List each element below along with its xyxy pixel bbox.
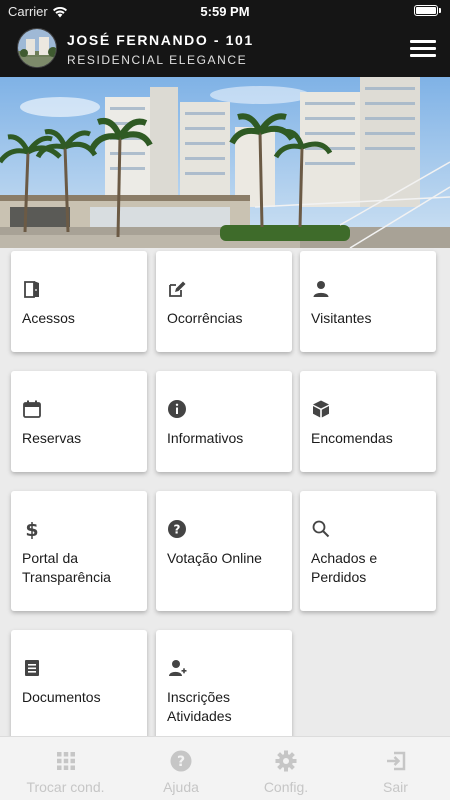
document-icon xyxy=(25,660,39,676)
condo-banner-image xyxy=(0,77,450,248)
menu-card-label: Documentos xyxy=(22,689,101,705)
menu-card-label: Inscrições Atividades xyxy=(167,689,232,724)
info-icon xyxy=(168,400,186,418)
menu-card-ocorrencias[interactable]: Ocorrências xyxy=(156,251,292,352)
help-circle-icon: ? xyxy=(170,750,192,772)
grid-icon xyxy=(56,752,75,770)
menu-card-acessos[interactable]: Acessos xyxy=(11,251,147,352)
menu-card-documentos[interactable]: Documentos xyxy=(11,630,147,750)
menu-card-informativos[interactable]: Informativos xyxy=(156,371,292,472)
menu-card-visitantes[interactable]: Visitantes xyxy=(300,251,436,352)
menu-card-label: Reservas xyxy=(22,430,82,446)
tab-ajuda[interactable]: ? Ajuda xyxy=(131,737,231,800)
tab-label: Trocar cond. xyxy=(26,779,105,795)
svg-text:$: $ xyxy=(25,519,38,539)
app-header: JOSÉ FERNANDO - 101 RESIDENCIAL ELEGANCE xyxy=(0,22,450,77)
menu-card-inscricoes-atividades[interactable]: Inscrições Atividades xyxy=(156,630,292,750)
package-icon xyxy=(313,400,329,418)
gear-icon xyxy=(275,750,297,772)
menu-card-label: Achados e Perdidos xyxy=(311,550,378,585)
menu-card-label: Encomendas xyxy=(311,430,393,446)
person-add-icon xyxy=(169,660,187,676)
menu-card-reservas[interactable]: Reservas xyxy=(11,371,147,472)
menu-card-encomendas[interactable]: Encomendas xyxy=(300,371,436,472)
menu-card-label: Visitantes xyxy=(311,310,372,326)
menu-card-label: Acessos xyxy=(22,310,75,326)
calendar-icon xyxy=(23,400,41,418)
menu-card-label: Votação Online xyxy=(167,550,262,566)
condo-name: RESIDENCIAL ELEGANCE xyxy=(67,53,248,67)
svg-text:?: ? xyxy=(174,523,181,537)
dollar-icon: $ xyxy=(25,519,38,539)
door-open-icon xyxy=(24,281,39,298)
menu-card-label: Ocorrências xyxy=(167,310,243,326)
svg-text:?: ? xyxy=(177,754,185,770)
status-time: 5:59 PM xyxy=(200,4,250,19)
menu-card-portal-transparencia[interactable]: $ Portal da Transparência xyxy=(11,491,147,611)
search-icon xyxy=(312,520,330,538)
battery-icon xyxy=(414,5,441,16)
bottom-tab-bar: Trocar cond. ? Ajuda Config. Sair xyxy=(0,736,450,800)
menu-card-label: Informativos xyxy=(167,430,244,446)
person-icon xyxy=(313,281,329,297)
tab-label: Ajuda xyxy=(163,779,199,795)
question-icon: ? xyxy=(168,520,186,538)
logout-icon xyxy=(386,751,405,771)
edit-note-icon xyxy=(169,281,186,297)
tab-label: Config. xyxy=(263,779,309,795)
menu-card-achados-perdidos[interactable]: Achados e Perdidos xyxy=(300,491,436,611)
menu-card-votacao-online[interactable]: ? Votação Online xyxy=(156,491,292,611)
tab-trocar-condominio[interactable]: Trocar cond. xyxy=(0,737,131,800)
status-bar: Carrier 5:59 PM xyxy=(0,0,450,22)
tab-configuracoes[interactable]: Config. xyxy=(231,737,341,800)
user-unit-title: JOSÉ FERNANDO - 101 xyxy=(67,32,254,48)
condo-avatar[interactable] xyxy=(17,28,57,68)
hamburger-menu-button[interactable] xyxy=(410,40,436,58)
tab-label: Sair xyxy=(383,779,408,795)
tab-sair[interactable]: Sair xyxy=(341,737,450,800)
menu-card-label: Portal da Transparência xyxy=(22,550,111,585)
